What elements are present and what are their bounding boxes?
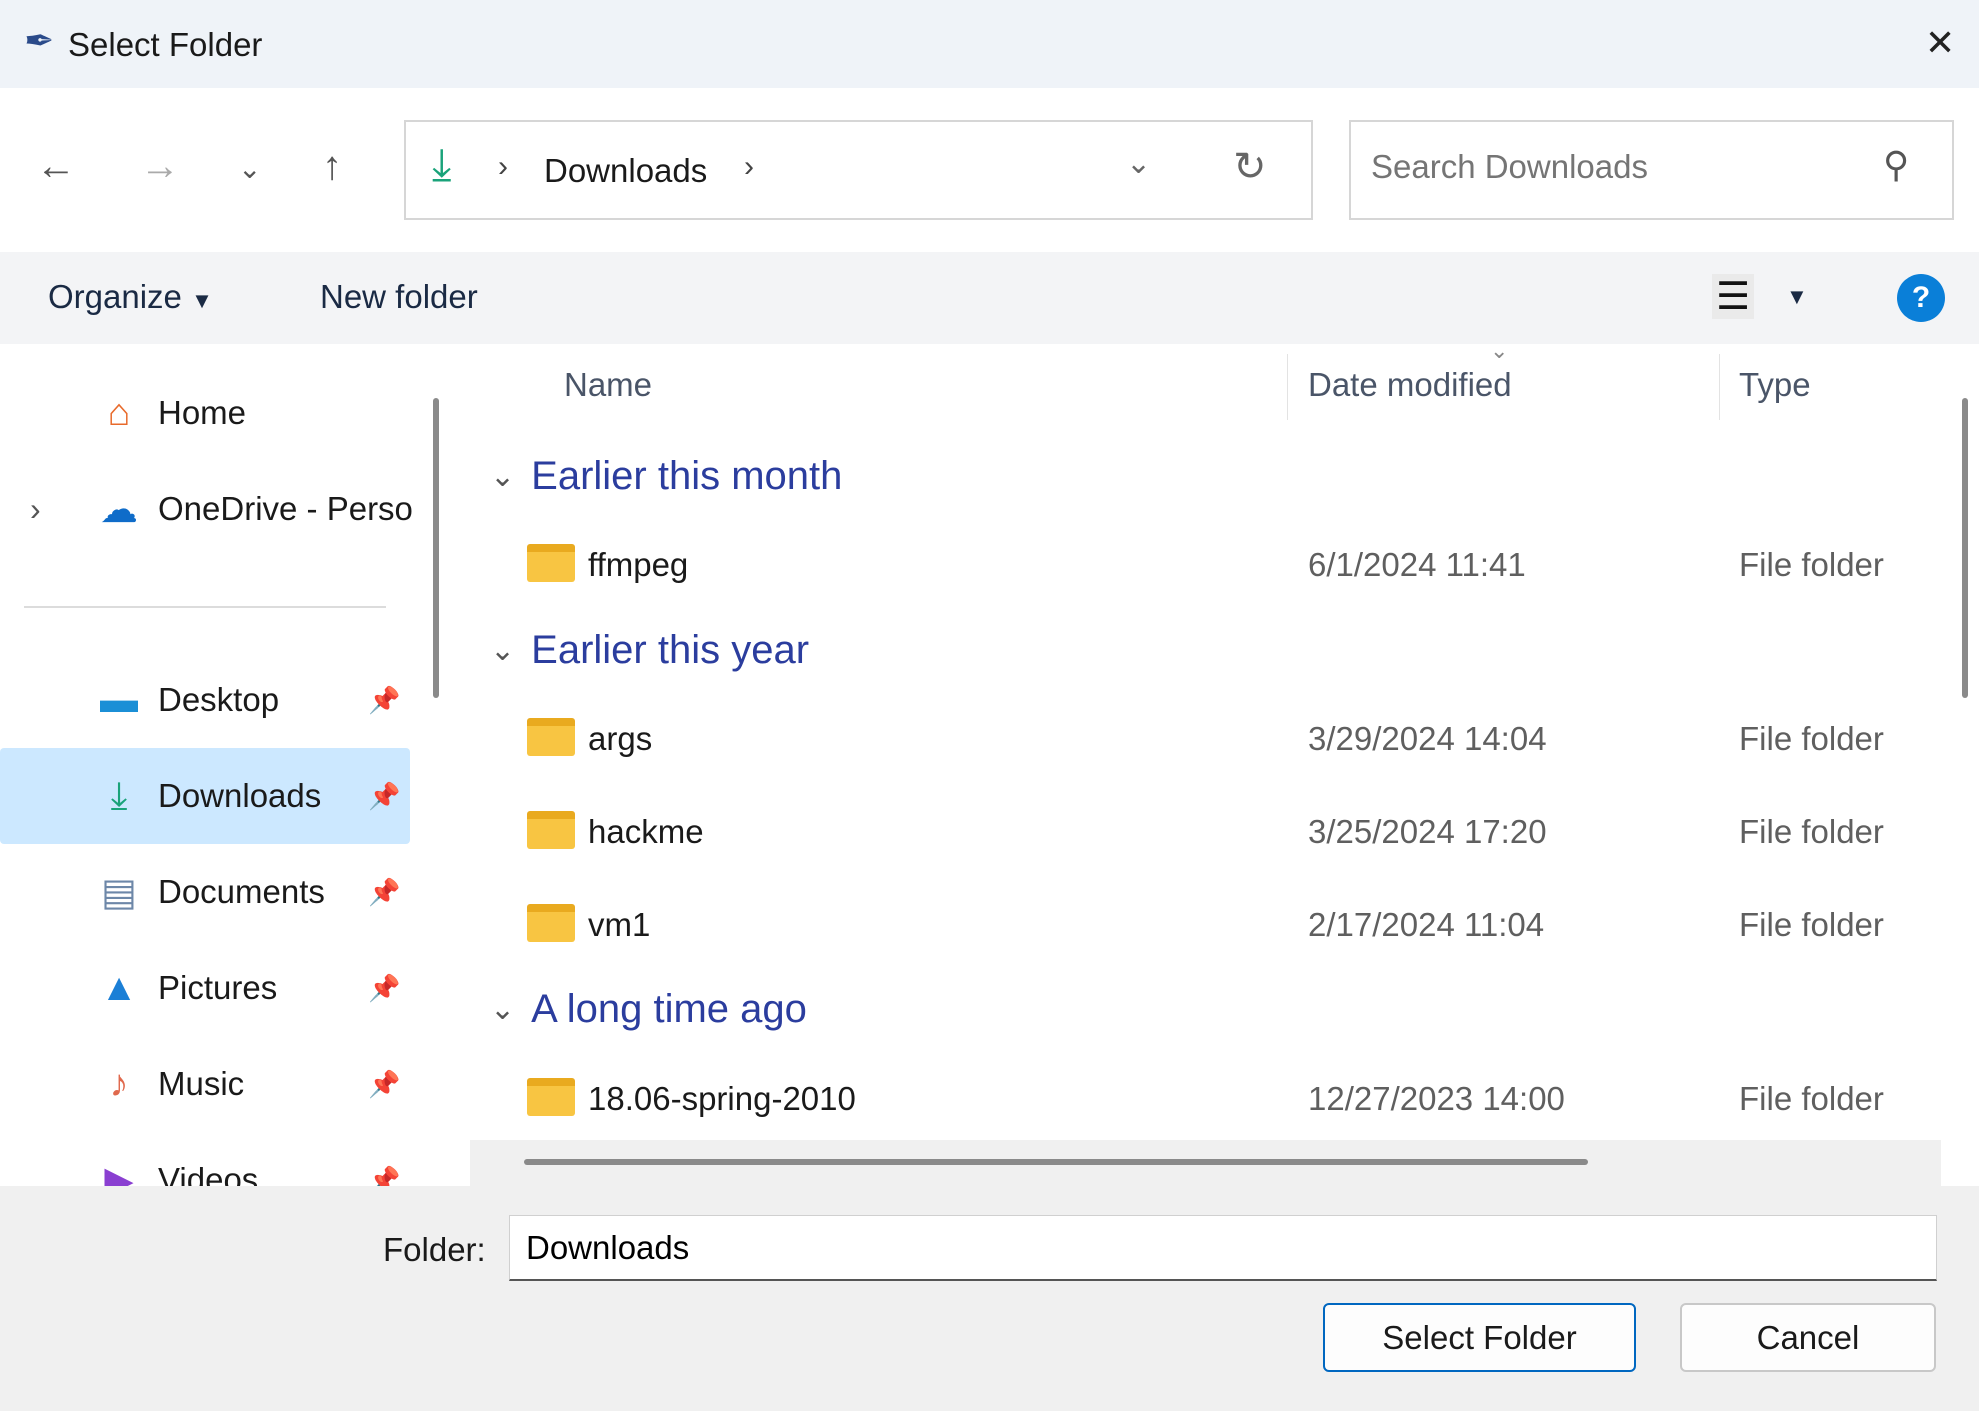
column-separator[interactable] bbox=[1287, 354, 1288, 420]
pin-icon: 📌 bbox=[368, 1068, 401, 1099]
list-item[interactable]: ffmpeg 6/1/2024 11:41 File folder bbox=[470, 526, 1941, 606]
sidebar-item-downloads[interactable]: ⤓ Downloads 📌 bbox=[0, 748, 410, 844]
pictures-icon: ▲ bbox=[100, 966, 138, 1009]
forward-button[interactable]: → bbox=[140, 144, 180, 189]
address-dropdown-icon[interactable]: ⌄ bbox=[1126, 146, 1151, 181]
sidebar-item-videos[interactable]: ▶ Videos 📌 bbox=[0, 1132, 410, 1187]
navigation-pane: ⌂Home ›☁OneDrive - Personal ▬Desktop📌 ⤓D… bbox=[0, 344, 413, 1186]
desktop-icon: ▬ bbox=[100, 678, 138, 721]
download-icon: ⤓ bbox=[432, 140, 452, 189]
search-icon[interactable]: ⚲ bbox=[1883, 144, 1909, 186]
cloud-icon: ☁ bbox=[100, 488, 138, 531]
pin-icon: 📌 bbox=[368, 972, 401, 1003]
address-bar[interactable]: ⤓ › Downloads › ⌄ ↻ bbox=[404, 120, 1313, 220]
help-icon[interactable]: ? bbox=[1897, 274, 1945, 322]
expand-chevron-icon[interactable]: › bbox=[30, 491, 41, 528]
sidebar-divider bbox=[24, 606, 386, 608]
videos-icon: ▶ bbox=[104, 1159, 134, 1187]
column-header-type[interactable]: Type bbox=[1739, 366, 1811, 404]
organize-button[interactable]: Organize ▼ bbox=[48, 278, 213, 316]
folder-label: Folder: bbox=[383, 1231, 486, 1268]
sidebar-item-desktop[interactable]: ▬ Desktop 📌 bbox=[0, 652, 410, 748]
vertical-scrollbar[interactable] bbox=[1962, 398, 1968, 698]
folder-icon bbox=[527, 904, 575, 942]
home-icon: ⌂ bbox=[107, 391, 131, 434]
group-label: Earlier this month bbox=[531, 454, 843, 498]
organize-label: Organize bbox=[48, 278, 182, 315]
pin-icon: 📌 bbox=[368, 684, 401, 715]
pin-icon: 📌 bbox=[368, 876, 401, 907]
feather-icon: ✒ bbox=[24, 20, 55, 61]
view-options-caret-icon[interactable]: ▼ bbox=[1786, 284, 1808, 310]
sort-indicator-icon: ⌄ bbox=[1490, 344, 1509, 363]
folder-icon bbox=[527, 811, 575, 849]
sidebar-item-documents[interactable]: ▤ Documents 📌 bbox=[0, 844, 410, 940]
window-title: Select Folder bbox=[68, 26, 263, 63]
column-separator[interactable] bbox=[1719, 354, 1720, 420]
breadcrumb-chevron-icon[interactable]: › bbox=[744, 150, 754, 184]
sidebar-item-home[interactable]: ⌂ Home bbox=[0, 365, 410, 461]
column-header-name[interactable]: Name bbox=[564, 366, 652, 404]
list-item[interactable]: hackme 3/25/2024 17:20 File folder bbox=[470, 793, 1941, 873]
pin-icon: 📌 bbox=[368, 1164, 401, 1187]
search-box[interactable]: ⚲ bbox=[1349, 120, 1954, 220]
cancel-button[interactable]: Cancel bbox=[1680, 1303, 1936, 1372]
sidebar-item-music[interactable]: ♪ Music 📌 bbox=[0, 1036, 410, 1132]
column-header-date-modified[interactable]: Date modified bbox=[1308, 366, 1512, 404]
group-label: Earlier this year bbox=[531, 628, 810, 672]
folder-icon bbox=[527, 718, 575, 756]
folder-icon bbox=[527, 1078, 575, 1116]
recent-locations-button[interactable]: ⌄ bbox=[238, 152, 261, 185]
caret-down-icon: ▼ bbox=[191, 288, 213, 313]
download-icon: ⤓ bbox=[110, 774, 128, 817]
pin-icon: 📌 bbox=[368, 780, 401, 811]
collapse-chevron-icon[interactable]: ⌄ bbox=[490, 459, 515, 494]
group-header[interactable]: ⌄ A long time ago bbox=[490, 987, 807, 1032]
list-item[interactable]: args 3/29/2024 14:04 File folder bbox=[470, 700, 1941, 780]
breadcrumb-separator-icon: › bbox=[498, 150, 508, 183]
sidebar-scrollbar[interactable] bbox=[433, 398, 439, 698]
list-item[interactable]: 18.06-spring-2010 12/27/2023 14:00 File fo… bbox=[470, 1060, 1941, 1140]
select-folder-button[interactable]: Select Folder bbox=[1323, 1303, 1636, 1372]
group-label: A long time ago bbox=[531, 987, 807, 1031]
sidebar-item-pictures[interactable]: ▲ Pictures 📌 bbox=[0, 940, 410, 1036]
breadcrumb-downloads[interactable]: Downloads bbox=[544, 152, 707, 190]
back-button[interactable]: ← bbox=[36, 144, 76, 189]
music-icon: ♪ bbox=[109, 1062, 129, 1105]
folder-icon bbox=[527, 544, 575, 582]
horizontal-scrollbar-thumb[interactable] bbox=[524, 1159, 1588, 1165]
file-list: Name ⌄ Date modified Type ⌄ Earlier this … bbox=[470, 344, 1941, 1140]
sidebar-item-onedrive[interactable]: ›☁OneDrive - Personal bbox=[0, 461, 413, 557]
group-header[interactable]: ⌄ Earlier this month bbox=[490, 454, 842, 499]
group-header[interactable]: ⌄ Earlier this year bbox=[490, 628, 809, 673]
close-button[interactable]: ✕ bbox=[1925, 22, 1955, 64]
search-input[interactable] bbox=[1371, 148, 1851, 186]
list-item[interactable]: vm1 2/17/2024 11:04 File folder bbox=[470, 886, 1941, 966]
collapse-chevron-icon[interactable]: ⌄ bbox=[490, 992, 515, 1027]
folder-input[interactable] bbox=[509, 1215, 1937, 1281]
new-folder-button[interactable]: New folder bbox=[320, 278, 478, 316]
up-button[interactable]: ↑ bbox=[322, 144, 342, 189]
command-bar bbox=[0, 252, 1979, 344]
view-details-icon[interactable]: ☰ bbox=[1712, 274, 1755, 319]
refresh-icon[interactable]: ↻ bbox=[1233, 144, 1267, 190]
title-bar: ✒ Select Folder ✕ bbox=[0, 0, 1979, 88]
document-icon: ▤ bbox=[101, 871, 137, 914]
collapse-chevron-icon[interactable]: ⌄ bbox=[490, 633, 515, 668]
